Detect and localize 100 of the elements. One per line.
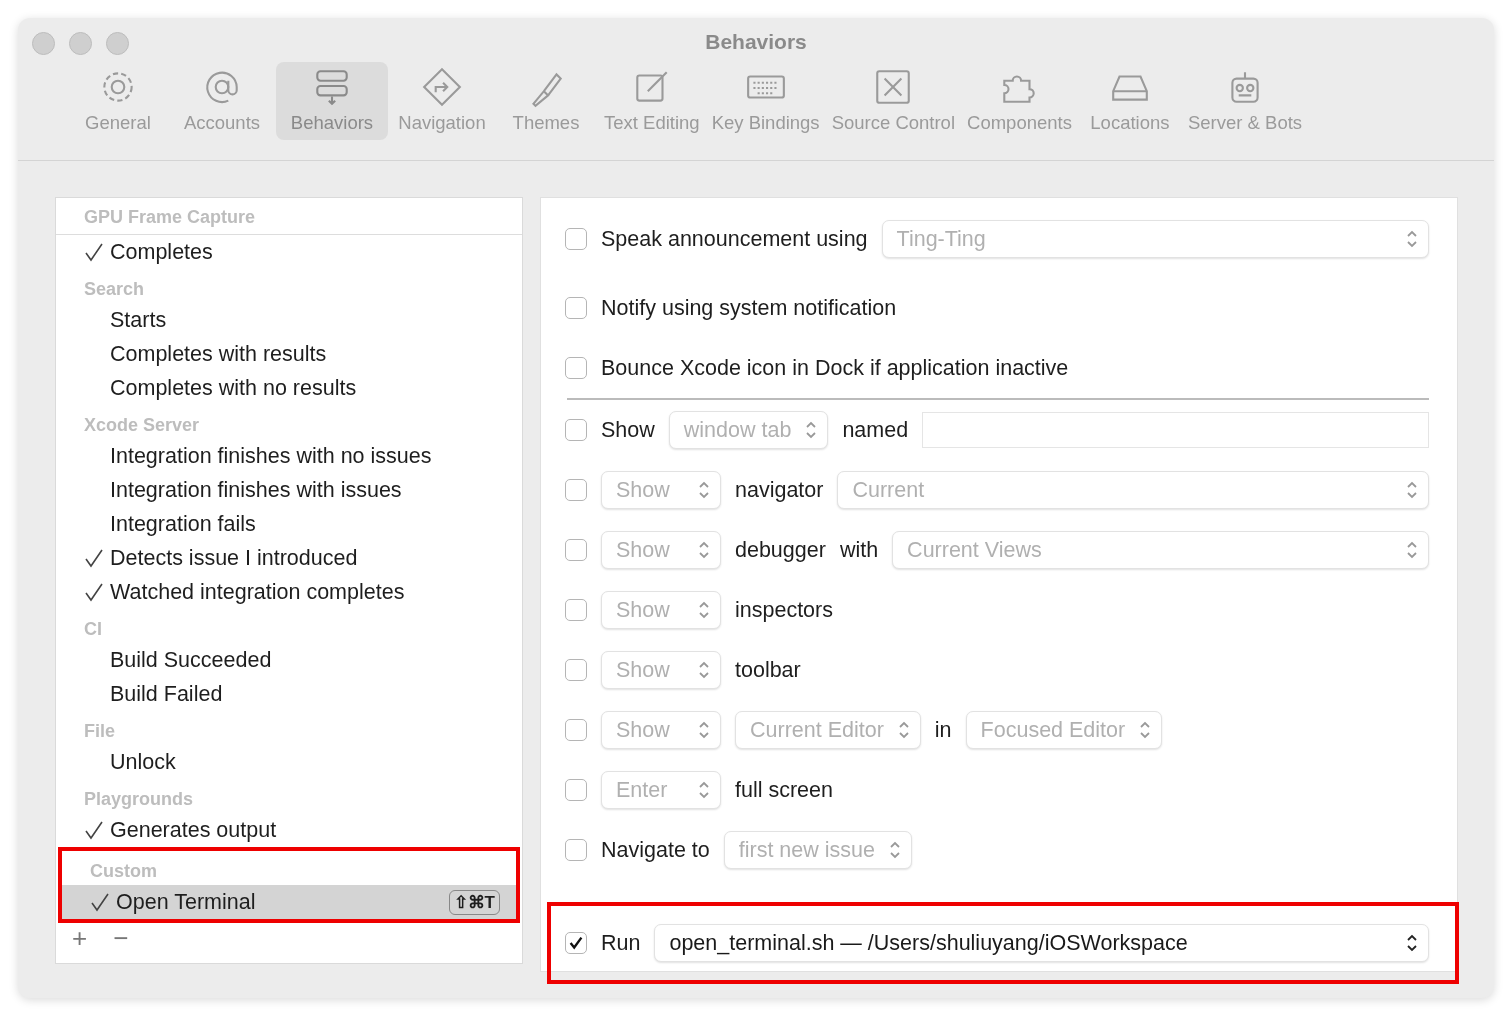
section-header: GPU Frame Capture	[56, 198, 522, 235]
add-button[interactable]: +	[70, 923, 90, 954]
popup-button[interactable]: first new issue	[723, 831, 912, 869]
toolbar-tab[interactable]: Themes	[496, 62, 596, 140]
behavior-name: Unlock	[110, 749, 176, 775]
behavior-name: Integration finishes with no issues	[110, 443, 432, 469]
updown-chevron-icon	[1139, 720, 1152, 740]
popup-button[interactable]: Show	[601, 711, 721, 749]
option-label: Run	[601, 930, 641, 956]
checkbox[interactable]	[565, 599, 587, 621]
popup-button[interactable]: Show	[601, 471, 721, 509]
checkbox[interactable]	[565, 719, 587, 741]
behavior-name: Integration fails	[110, 511, 256, 537]
popup-button[interactable]: Show	[601, 591, 721, 629]
toolbar-tab[interactable]: Server & Bots	[1183, 62, 1307, 140]
updown-chevron-icon	[698, 780, 710, 800]
toolbar-tab[interactable]: Behaviors	[276, 62, 388, 140]
behavior-name: Completes with no results	[110, 375, 357, 401]
popup-button[interactable]: Enter	[601, 771, 721, 809]
updown-chevron-icon	[805, 420, 818, 440]
remove-button[interactable]: −	[111, 923, 131, 954]
option-label: Show	[601, 417, 655, 443]
behavior-item[interactable]: Build Succeeded	[56, 643, 522, 677]
checkbox[interactable]	[565, 779, 587, 801]
zoom-button[interactable]	[106, 32, 129, 55]
section-header: Search	[83, 278, 146, 301]
updown-chevron-icon	[1406, 480, 1418, 500]
option-label: with	[839, 537, 879, 563]
checkbox[interactable]	[565, 357, 587, 379]
updown-chevron-icon	[1406, 229, 1418, 249]
updown-chevron-icon	[1406, 540, 1418, 560]
behavior-item[interactable]: Generates output	[56, 813, 522, 847]
behavior-name: Build Succeeded	[110, 647, 272, 673]
checkbox[interactable]	[565, 297, 587, 319]
option-label: Speak announcement using	[601, 226, 868, 252]
popup-button[interactable]: Current	[837, 471, 1429, 509]
behavior-item[interactable]: Completes with results	[56, 337, 522, 371]
option-label: Navigate to	[601, 837, 710, 863]
option-label: in	[934, 717, 952, 743]
section-header: File	[83, 720, 116, 743]
name-field[interactable]	[922, 412, 1429, 448]
popup-button[interactable]: Show	[601, 531, 721, 569]
shortcut-badge: ⇧⌘T	[448, 889, 500, 915]
updown-chevron-icon	[698, 600, 710, 620]
behavior-item[interactable]: Build Failed	[56, 677, 522, 711]
popup-button[interactable]: window tab	[668, 411, 829, 449]
popup-button[interactable]: Focused Editor	[965, 711, 1163, 749]
popup-button[interactable]: Ting-Ting	[881, 220, 1429, 258]
behavior-item[interactable]: Completes	[56, 235, 522, 269]
behavior-name: Build Failed	[110, 681, 223, 707]
toolbar-tab[interactable]: Source Control	[827, 62, 960, 140]
behavior-item[interactable]: Detects issue I introduced	[56, 541, 522, 575]
section-header: Custom	[89, 860, 158, 883]
popup-button[interactable]: Current Editor	[735, 711, 921, 749]
behavior-name: Open Terminal	[116, 889, 256, 915]
option-label: Notify using system notification	[601, 295, 897, 321]
section-header: Xcode Server	[83, 414, 201, 437]
checkbox[interactable]	[565, 932, 587, 954]
behavior-item[interactable]: Unlock	[56, 745, 522, 779]
updown-chevron-icon	[698, 480, 710, 500]
updown-chevron-icon	[897, 720, 910, 740]
updown-chevron-icon	[698, 660, 710, 680]
checkbox[interactable]	[565, 539, 587, 561]
option-label: full screen	[735, 777, 833, 803]
toolbar-tab[interactable]: Locations	[1079, 62, 1180, 140]
popup-button[interactable]: Current Views	[892, 531, 1429, 569]
behavior-item[interactable]: Starts	[56, 303, 522, 337]
option-label: toolbar	[735, 657, 801, 683]
option-label: inspectors	[735, 597, 833, 623]
checkbox[interactable]	[565, 479, 587, 501]
updown-chevron-icon	[698, 720, 710, 740]
diamond-arrow-icon	[421, 66, 463, 108]
toolbar-tab[interactable]: Accounts	[172, 62, 272, 140]
checkbox[interactable]	[565, 659, 587, 681]
section-header: Playgrounds	[83, 788, 195, 811]
behavior-item[interactable]: Completes with no results	[56, 371, 522, 405]
toolbar-tab[interactable]: Components	[963, 62, 1076, 140]
behavior-item[interactable]: Open Terminal ⇧⌘T	[62, 885, 516, 919]
option-label: Bounce Xcode icon in Dock if application inactive	[601, 355, 1069, 381]
behavior-item[interactable]: Integration fails	[56, 507, 522, 541]
updown-chevron-icon	[698, 540, 710, 560]
behavior-item[interactable]: Integration finishes with issues	[56, 473, 522, 507]
behavior-item[interactable]: Watched integration completes	[56, 575, 522, 609]
checkbox[interactable]	[565, 419, 587, 441]
toolbar-tab[interactable]: Navigation	[392, 62, 492, 140]
toolbar-tab[interactable]: Text Editing	[600, 62, 704, 140]
option-label: named	[842, 417, 909, 443]
popup-button[interactable]: Show	[601, 651, 721, 689]
option-label: debugger	[735, 537, 826, 563]
toolbar-tab[interactable]: General	[68, 62, 168, 140]
checkbox[interactable]	[565, 228, 587, 250]
checkbox[interactable]	[565, 839, 587, 861]
behavior-name: Completes with results	[110, 341, 327, 367]
toolbar-tab[interactable]: Key Bindings	[707, 62, 824, 140]
popup-button[interactable]: open_terminal.sh — /Users/shuliuyang/iOSWorkspace	[654, 924, 1429, 962]
minimize-button[interactable]	[69, 32, 92, 55]
close-button[interactable]	[32, 32, 55, 55]
behavior-item[interactable]: Integration finishes with no issues	[56, 439, 522, 473]
behavior-name: Starts	[110, 307, 167, 333]
behavior-name: Watched integration completes	[110, 579, 405, 605]
